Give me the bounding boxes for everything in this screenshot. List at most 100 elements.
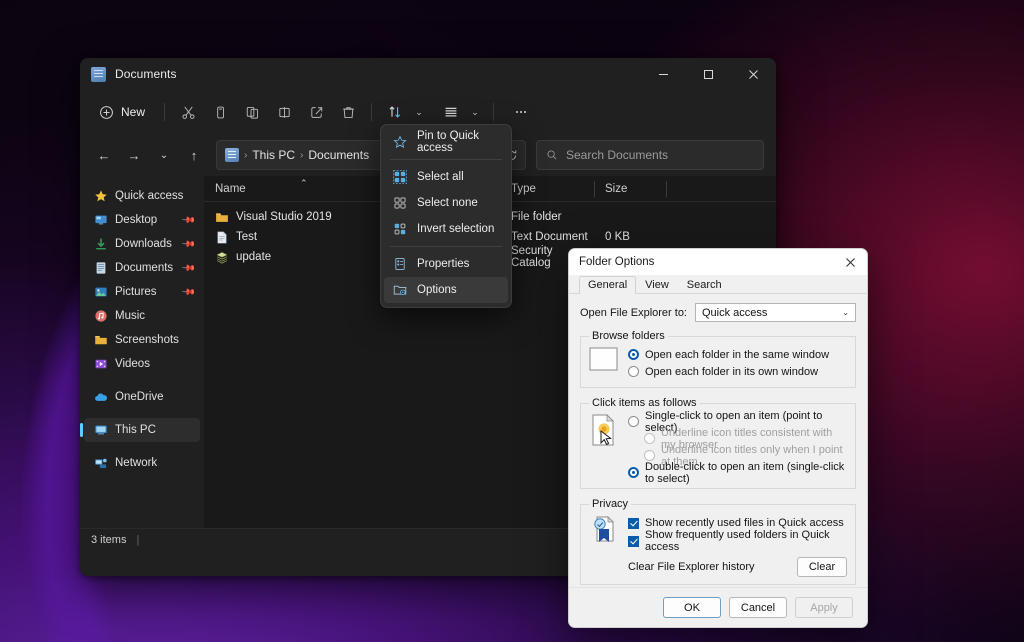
sidebar-item-label: Documents [115, 262, 176, 274]
share-button[interactable] [300, 97, 332, 127]
maximize-button[interactable] [686, 58, 731, 90]
menu-item-invert-selection[interactable]: Invert selection [384, 216, 508, 242]
view-caret-icon[interactable]: ⌄ [467, 97, 483, 127]
checkbox-label: Show recently used files in Quick access [645, 517, 844, 529]
sidebar-item-documents[interactable]: Documents 📌 [84, 256, 200, 280]
browse-folders-inner: Open each folder in the same window Open… [589, 346, 847, 380]
delete-button[interactable] [332, 97, 364, 127]
menu-item-properties[interactable]: Properties [384, 251, 508, 277]
sidebar-item-network[interactable]: Network [84, 451, 200, 475]
back-button[interactable]: ← [90, 141, 118, 169]
cancel-button[interactable]: Cancel [729, 597, 787, 618]
sidebar-item-label: Music [115, 310, 194, 322]
tab-general[interactable]: General [579, 276, 636, 294]
dialog-title-bar[interactable]: Folder Options [569, 249, 867, 275]
checkbox-frequent-folders[interactable]: Show frequently used folders in Quick ac… [628, 532, 847, 550]
menu-item-select-none[interactable]: Select none [384, 190, 508, 216]
sort-caret-icon[interactable]: ⌄ [411, 97, 427, 127]
view-icon-wrap[interactable] [435, 97, 467, 127]
sidebar-item-pictures[interactable]: Pictures 📌 [84, 280, 200, 304]
document-icon [94, 261, 108, 275]
chevron-down-icon: ⌄ [842, 308, 849, 317]
sidebar-gap-2 [80, 409, 204, 418]
paste-button[interactable] [236, 97, 268, 127]
forward-button[interactable]: → [120, 141, 148, 169]
menu-item-options[interactable]: Options [384, 277, 508, 303]
column-header-name-label: Name [215, 183, 246, 195]
view-button[interactable]: ⌄ [435, 97, 483, 127]
radio-open-same-window[interactable]: Open each folder in the same window [628, 346, 829, 363]
sort-ascending-icon: ⌃ [300, 178, 308, 189]
dialog-close-button[interactable] [833, 249, 867, 275]
open-file-explorer-row: Open File Explorer to: Quick access ⌄ [580, 303, 856, 322]
column-header-type-label: Type [511, 183, 536, 195]
minimize-button[interactable] [641, 58, 686, 90]
see-more-button[interactable] [505, 97, 537, 127]
search-icon [546, 149, 558, 161]
cut-button[interactable] [172, 97, 204, 127]
ok-button[interactable]: OK [663, 597, 721, 618]
column-header-extra[interactable] [666, 176, 726, 202]
view-list-icon [443, 104, 459, 120]
breadcrumb-item-0[interactable]: This PC [252, 148, 295, 162]
close-button[interactable] [731, 58, 776, 90]
sidebar-item-music[interactable]: Music [84, 304, 200, 328]
sidebar-item-quick-access[interactable]: Quick access [84, 184, 200, 208]
menu-item-select-all[interactable]: Select all [384, 164, 508, 190]
browse-folders-group: Browse folders Open each folder in the s… [580, 330, 856, 388]
menu-separator-2 [390, 246, 502, 247]
sidebar-item-this-pc[interactable]: This PC [84, 418, 200, 442]
up-button[interactable]: ↑ [180, 141, 208, 169]
radio-open-own-window[interactable]: Open each folder in its own window [628, 363, 829, 380]
radio-indicator [644, 433, 655, 444]
dialog-footer: OK Cancel Apply [569, 587, 867, 627]
menu-item-pin-to-quick-access[interactable]: Pin to Quick access [384, 129, 508, 155]
click-items-inner: Single-click to open an item (point to s… [589, 413, 847, 481]
recent-locations-button[interactable]: ⌄ [150, 141, 178, 169]
sidebar-item-downloads[interactable]: Downloads 📌 [84, 232, 200, 256]
sidebar-item-onedrive[interactable]: OneDrive [84, 385, 200, 409]
radio-indicator [628, 349, 639, 360]
network-icon [94, 456, 108, 470]
radio-label: Open each folder in its own window [645, 366, 818, 378]
sort-arrows-icon [387, 104, 403, 120]
download-icon [94, 237, 108, 251]
options-icon [392, 283, 407, 298]
column-header-size[interactable]: Size [594, 176, 666, 202]
new-button[interactable]: New [90, 97, 157, 127]
radio-indicator [628, 467, 639, 478]
tab-view[interactable]: View [636, 275, 678, 293]
sidebar-item-desktop[interactable]: Desktop 📌 [84, 208, 200, 232]
rename-button[interactable] [268, 97, 300, 127]
search-input[interactable]: Search Documents [566, 148, 668, 162]
sidebar-item-videos[interactable]: Videos [84, 352, 200, 376]
title-bar[interactable]: Documents [80, 58, 776, 90]
scissors-icon [181, 105, 196, 120]
pin-icon: 📌 [181, 284, 197, 300]
breadcrumb-item-1[interactable]: Documents [308, 148, 369, 162]
open-file-explorer-select[interactable]: Quick access ⌄ [695, 303, 856, 322]
search-box[interactable]: Search Documents [536, 140, 764, 170]
desktop-icon [94, 213, 108, 227]
select-all-icon [392, 170, 407, 185]
navigation-pane: Quick access Desktop 📌 Downloads 📌 [80, 176, 204, 528]
ellipsis-icon [513, 104, 529, 120]
copy-button[interactable] [204, 97, 236, 127]
browse-folders-legend: Browse folders [589, 330, 668, 342]
rename-icon [277, 105, 292, 120]
sidebar-item-screenshots[interactable]: Screenshots [84, 328, 200, 352]
clear-history-label: Clear File Explorer history [628, 561, 755, 573]
radio-indicator [628, 416, 639, 427]
menu-item-label: Pin to Quick access [417, 130, 500, 154]
column-header-type[interactable]: Type [500, 176, 594, 202]
video-icon [94, 357, 108, 371]
sort-button[interactable]: ⌄ [379, 97, 427, 127]
radio-double-click[interactable]: Double-click to open an item (single-cli… [628, 464, 847, 481]
sort-icon-wrap[interactable] [379, 97, 411, 127]
music-icon [94, 309, 108, 323]
file-type-cell: Text Document [500, 231, 594, 243]
menu-separator-1 [390, 159, 502, 160]
file-name-label: Visual Studio 2019 [236, 211, 332, 223]
tab-search[interactable]: Search [678, 275, 731, 293]
clear-button[interactable]: Clear [797, 557, 847, 577]
